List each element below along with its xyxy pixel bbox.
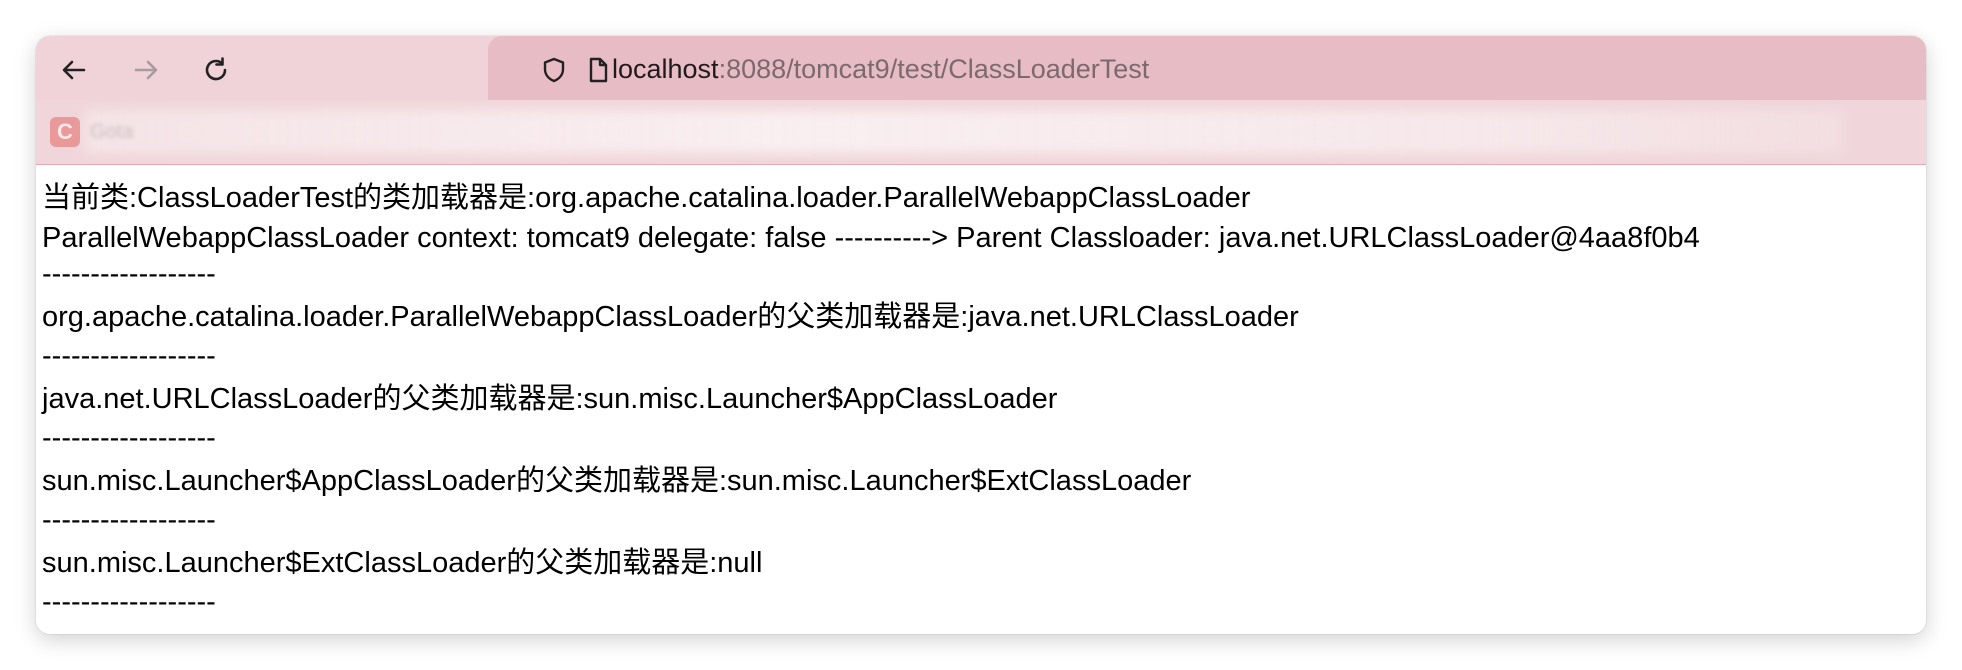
output-line: sun.misc.Launcher$AppClassLoader的父类加载器是:… — [42, 465, 1192, 497]
output-line: ParallelWebappClassLoader context: tomca… — [42, 222, 1700, 254]
output-line: java.net.URLClassLoader的父类加载器是:sun.misc.… — [42, 383, 1058, 415]
separator-line: ------------------ — [42, 504, 216, 536]
output-line: 当前类:ClassLoaderTest的类加载器是:org.apache.cat… — [42, 182, 1251, 214]
page-content: 当前类:ClassLoaderTest的类加载器是:org.apache.cat… — [36, 165, 1926, 634]
bookmarks-bar: C Gota — [36, 100, 1926, 165]
url-path: :8088/tomcat9/test/ClassLoaderTest — [718, 54, 1150, 84]
output-line: sun.misc.Launcher$ExtClassLoader的父类加载器是:… — [42, 547, 763, 579]
reload-button[interactable] — [198, 52, 234, 88]
browser-window: localhost:8088/tomcat9/test/ClassLoaderT… — [36, 36, 1926, 634]
reload-icon — [201, 55, 231, 85]
url-text[interactable]: localhost:8088/tomcat9/test/ClassLoaderT… — [612, 53, 1149, 85]
separator-line: ------------------ — [42, 258, 216, 290]
bookmark-label: Gota — [90, 120, 134, 143]
bookmark-item[interactable]: C Gota — [50, 117, 133, 147]
separator-line: ------------------ — [42, 340, 216, 372]
url-host: localhost — [612, 54, 719, 84]
bookmark-favicon-icon: C — [50, 117, 80, 147]
document-icon[interactable] — [584, 56, 612, 84]
output-line: org.apache.catalina.loader.ParallelWebap… — [42, 301, 1299, 333]
back-button[interactable] — [56, 52, 92, 88]
arrow-left-icon — [59, 55, 89, 85]
forward-button[interactable] — [128, 52, 164, 88]
browser-toolbar: localhost:8088/tomcat9/test/ClassLoaderT… — [36, 36, 1926, 100]
separator-line: ------------------ — [42, 422, 216, 454]
bookmarks-blur-overlay — [84, 110, 1844, 154]
arrow-right-icon — [131, 55, 161, 85]
shield-icon[interactable] — [540, 56, 568, 84]
separator-line: ------------------ — [42, 586, 216, 618]
